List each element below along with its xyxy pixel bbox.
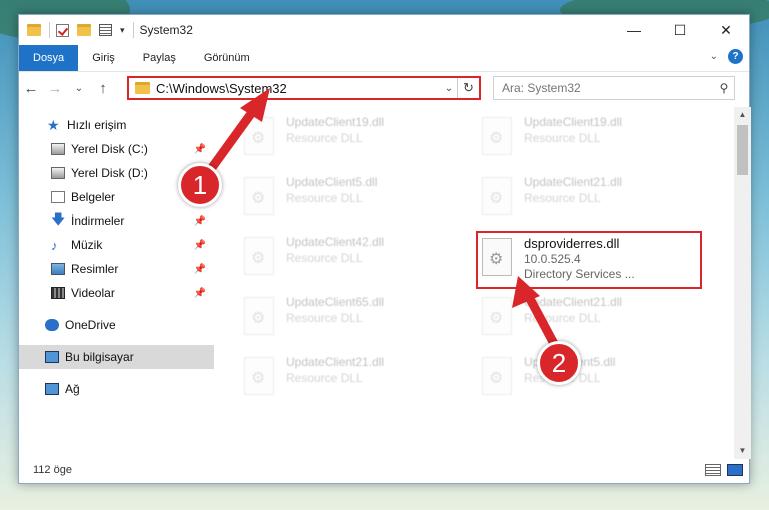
annotation-badge-1: 1 [178, 163, 222, 207]
annotation-arrows [198, 88, 565, 360]
annotation-badge-2: 2 [537, 341, 581, 385]
